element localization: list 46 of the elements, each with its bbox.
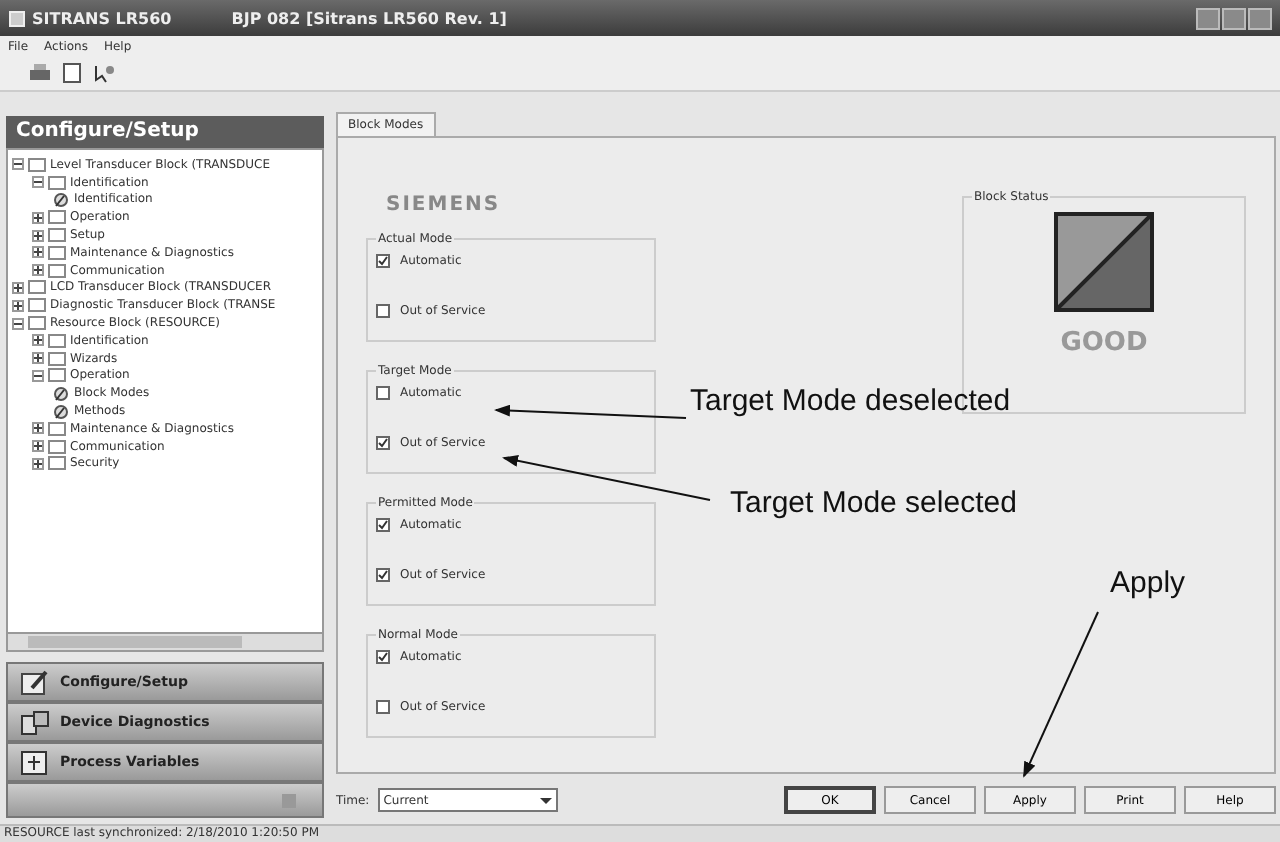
checkbox[interactable]	[376, 436, 390, 450]
expand-toggle[interactable]	[32, 457, 44, 470]
annotation-text: Target Mode deselected	[690, 384, 1011, 418]
expand-toggle[interactable]	[32, 229, 44, 242]
status-text: GOOD	[1060, 328, 1148, 358]
minimize-button[interactable]	[1196, 7, 1220, 29]
logo: SIEMENS	[384, 194, 503, 216]
expand-toggle[interactable]	[32, 422, 44, 435]
expand-toggle[interactable]	[32, 440, 44, 453]
checkbox[interactable]	[376, 254, 390, 268]
maximize-button[interactable]	[1222, 7, 1246, 29]
collapse-toggle[interactable]	[12, 158, 24, 171]
devices-icon	[20, 709, 50, 735]
expand-toggle[interactable]	[12, 299, 24, 312]
window-title: BJP 082 [Sitrans LR560 Rev. 1]	[231, 9, 507, 27]
collapse-toggle[interactable]	[12, 317, 24, 330]
status-icon	[1054, 212, 1154, 312]
page-icon[interactable]	[60, 62, 84, 84]
checkbox[interactable]	[376, 304, 390, 318]
scrollbar[interactable]	[6, 634, 324, 652]
sidebar-title: Configure/Setup	[6, 116, 324, 148]
method-icon	[52, 191, 70, 208]
checkbox[interactable]	[376, 700, 390, 714]
pencil-icon	[20, 669, 50, 695]
expand-toggle[interactable]	[32, 246, 44, 259]
expand-toggle[interactable]	[12, 281, 24, 294]
app-icon	[8, 9, 26, 27]
close-button[interactable]	[1248, 7, 1272, 29]
collapse-toggle[interactable]	[32, 369, 44, 382]
panel-icon	[20, 749, 50, 775]
print-icon[interactable]	[28, 62, 52, 84]
checkbox[interactable]	[376, 650, 390, 664]
method-icon	[52, 385, 70, 402]
annotation-text: Target Mode selected	[730, 486, 1017, 520]
expand-toggle[interactable]	[32, 334, 44, 347]
expand-toggle[interactable]	[32, 264, 44, 277]
dropdown-arrow-icon[interactable]	[539, 795, 552, 805]
app-name: SITRANS LR560	[32, 9, 172, 27]
annotation-text: Apply	[1110, 566, 1186, 600]
method-icon	[52, 403, 70, 420]
checkbox[interactable]	[376, 386, 390, 400]
checkbox[interactable]	[376, 568, 390, 582]
expand-toggle[interactable]	[32, 352, 44, 365]
expand-toggle[interactable]	[32, 211, 44, 224]
checkbox[interactable]	[376, 518, 390, 532]
collapse-toggle[interactable]	[32, 176, 44, 189]
